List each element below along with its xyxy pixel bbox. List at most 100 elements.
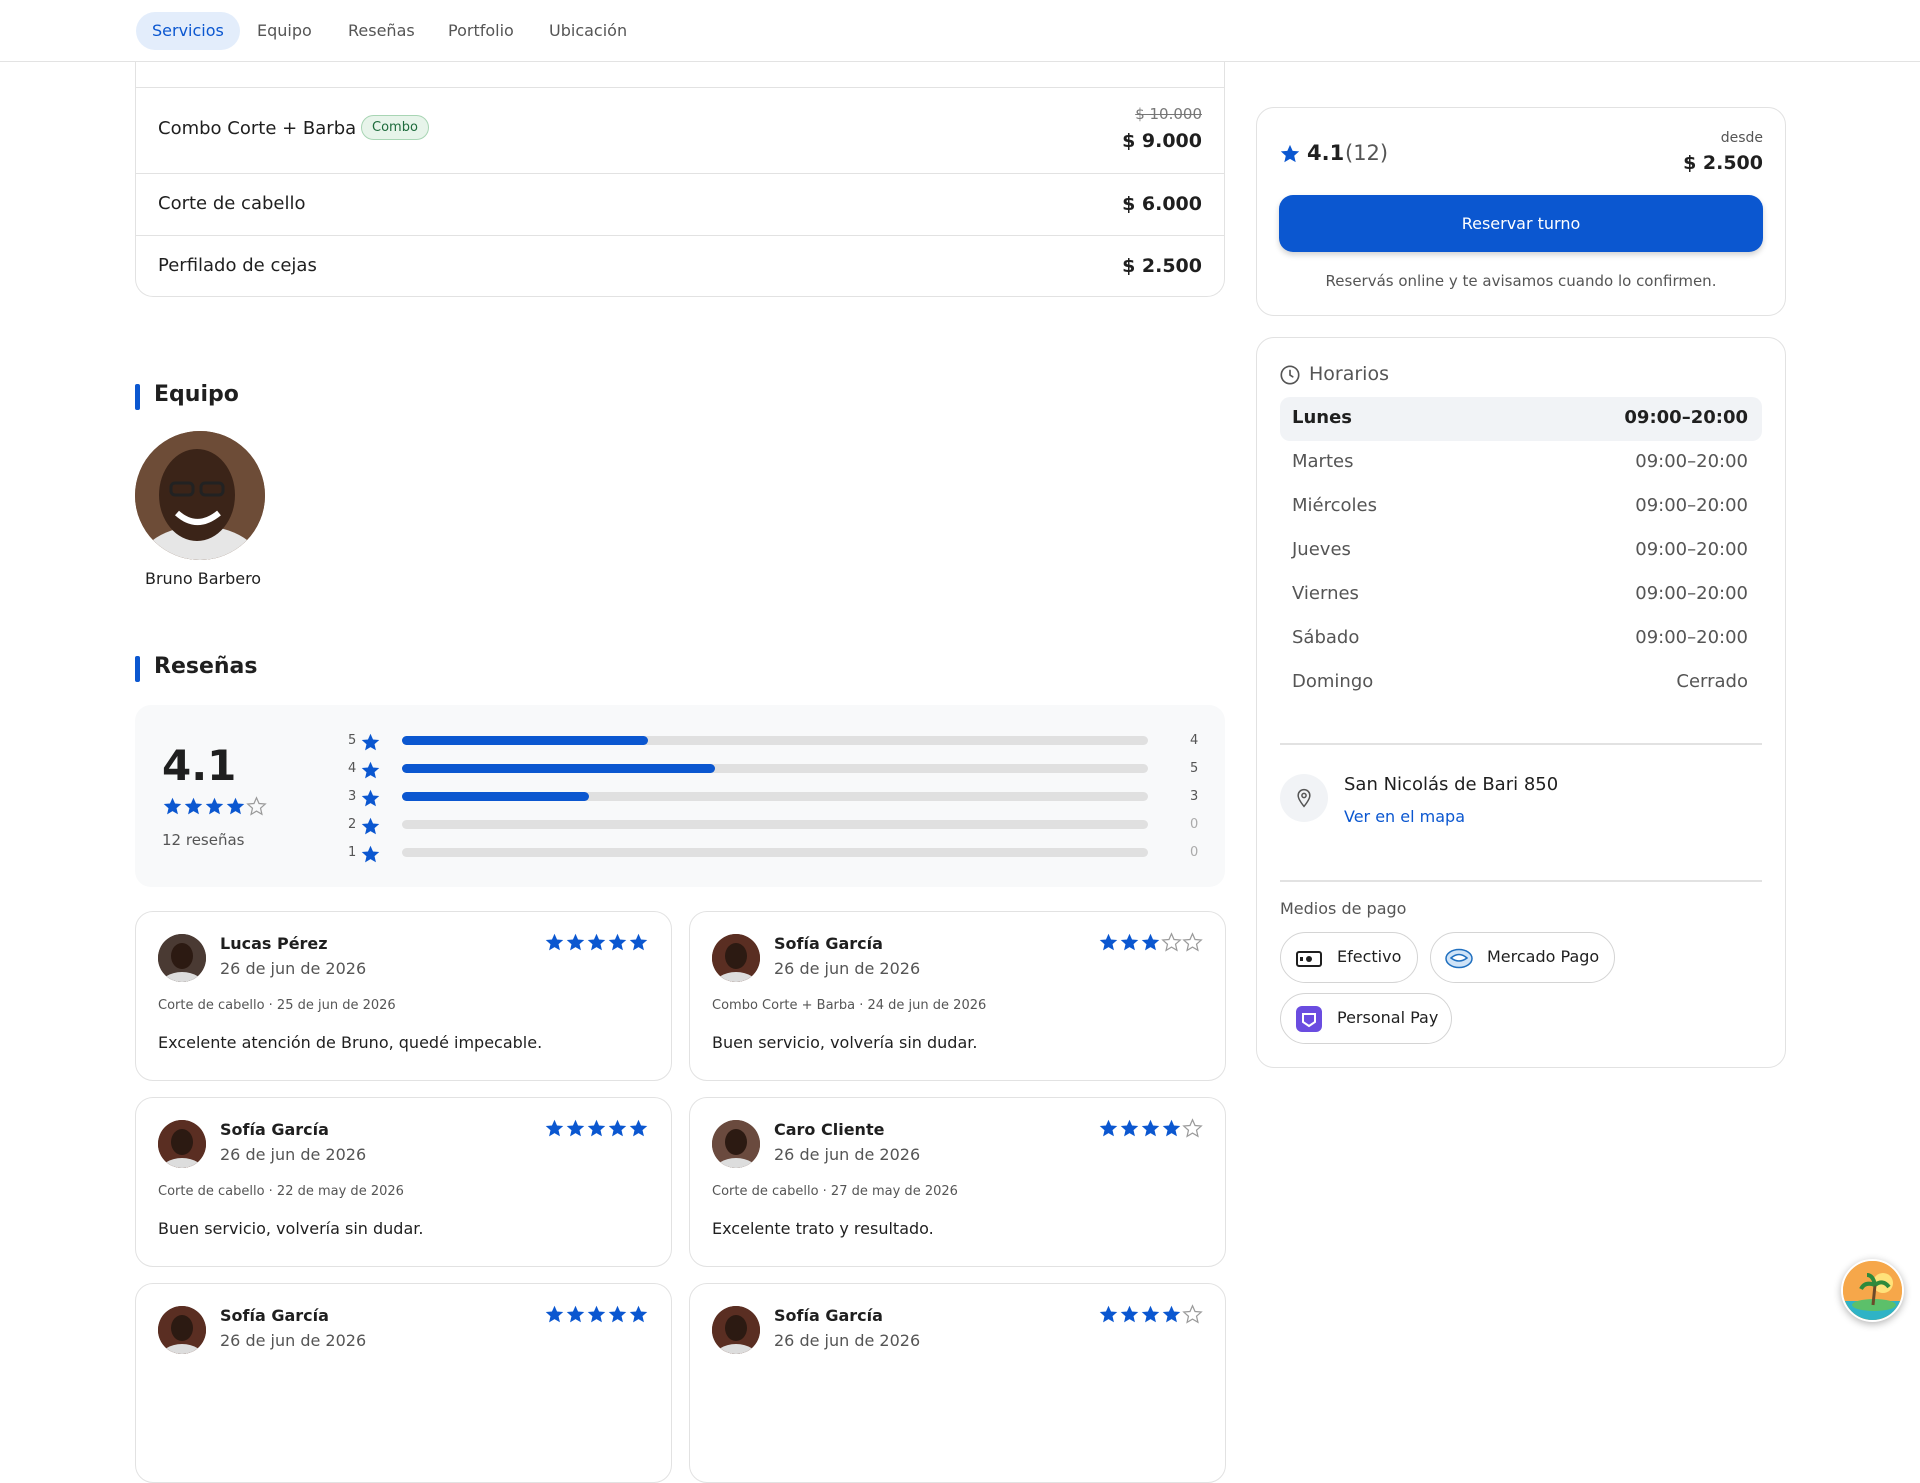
star-filled-icon [1141, 1119, 1160, 1137]
star-filled-icon [163, 797, 182, 815]
star-filled-icon [566, 1305, 585, 1323]
hours-day: Sábado [1292, 627, 1360, 648]
hours-time: 09:00–20:00 [1635, 539, 1748, 560]
star-filled-icon [629, 933, 648, 951]
hours-row: Lunes 09:00–20:00 [1280, 397, 1762, 441]
review-card: Sofía García 26 de jun de 2026 [135, 1283, 672, 1483]
service-price: $ 9.000 [1122, 130, 1202, 152]
hours-row: Miércoles 09:00–20:00 [1280, 485, 1762, 529]
mercado-pago-icon [1445, 948, 1473, 969]
star-filled-icon [184, 797, 203, 815]
rating-level: 3 [348, 789, 357, 804]
review-date: 26 de jun de 2026 [220, 1145, 367, 1164]
rating-level: 5 [348, 733, 357, 748]
hours-day: Lunes [1292, 407, 1353, 428]
star-filled-icon [361, 761, 380, 779]
from-price: $ 2.500 [1683, 152, 1763, 174]
service-row-combo[interactable]: Combo Corte + Barba Combo $ 10.000 $ 9.0… [136, 87, 1224, 173]
rating-bar [402, 764, 1148, 773]
star-filled-icon [361, 817, 380, 835]
review-stars [544, 932, 649, 954]
tab-equipo[interactable]: Equipo [241, 12, 328, 50]
booking-rating: 4.1 [1307, 141, 1345, 165]
star-empty-icon [1182, 932, 1203, 952]
floating-profile-button[interactable] [1841, 1259, 1904, 1322]
star-filled-icon [1162, 1305, 1181, 1323]
review-meta: Corte de cabello · 22 de may de 2026 [158, 1184, 404, 1199]
tab-servicios[interactable]: Servicios [136, 12, 240, 50]
tab-portfolio[interactable]: Portfolio [432, 12, 530, 50]
star-filled-icon [361, 789, 380, 807]
reviewer-name: Sofía García [220, 1306, 329, 1325]
service-price: $ 6.000 [1122, 193, 1202, 215]
star-filled-icon [545, 1119, 564, 1137]
star-filled-icon [545, 1305, 564, 1323]
star-filled-icon [1099, 1119, 1118, 1137]
star-filled-icon [1120, 1119, 1139, 1137]
review-date: 26 de jun de 2026 [220, 1331, 367, 1350]
service-name: Corte de cabello [158, 193, 306, 214]
star-filled-icon [361, 733, 380, 751]
review-card: Sofía García 26 de jun de 2026 Combo Corte… [689, 911, 1226, 1081]
review-meta: Corte de cabello · 27 de may de 2026 [712, 1184, 958, 1199]
hours-day: Martes [1292, 451, 1354, 472]
star-filled-icon [587, 933, 606, 951]
hours-time: 09:00–20:00 [1635, 451, 1748, 472]
from-label: desde [1720, 130, 1763, 146]
review-stars [1098, 932, 1203, 954]
star-filled-icon [545, 933, 564, 951]
average-stars [162, 796, 267, 822]
service-row-cejas[interactable]: Perfilado de cejas $ 2.500 [136, 235, 1224, 296]
rating-bar-fill [402, 736, 649, 745]
hours-time: 09:00–20:00 [1635, 583, 1748, 604]
review-stars [1098, 1304, 1203, 1326]
rating-level: 2 [348, 817, 357, 832]
tab-ubicacion[interactable]: Ubicación [533, 12, 643, 50]
tab-resenas[interactable]: Reseñas [332, 12, 431, 50]
review-date: 26 de jun de 2026 [774, 1145, 921, 1164]
hours-title: Horarios [1309, 363, 1389, 385]
hours-row: Martes 09:00–20:00 [1280, 441, 1762, 485]
review-card: Sofía García 26 de jun de 2026 Corte de ca… [135, 1097, 672, 1267]
star-filled-icon [566, 1119, 585, 1137]
payment-label: Personal Pay [1337, 1008, 1439, 1027]
star-filled-icon [1120, 1305, 1139, 1323]
personal-pay-icon [1296, 1006, 1322, 1032]
team-member-name: Bruno Barbero [145, 569, 262, 588]
star-filled-icon [629, 1305, 648, 1323]
rating-count: 0 [1190, 817, 1199, 832]
payment-personal-pay: Personal Pay [1280, 993, 1452, 1044]
book-appointment-button[interactable]: Reservar turno [1279, 195, 1763, 252]
location-icon-wrap [1280, 774, 1328, 822]
hours-time: 09:00–20:00 [1635, 627, 1748, 648]
review-date: 26 de jun de 2026 [774, 1331, 921, 1350]
rating-count: 0 [1190, 845, 1199, 860]
rating-bar-fill [402, 792, 589, 801]
booking-note: Reservás online y te avisamos cuando lo … [1325, 272, 1717, 290]
star-filled-icon [1099, 933, 1118, 951]
section-nav: Servicios Equipo Reseñas Portfolio Ubica… [0, 0, 1920, 62]
service-name: Combo Corte + Barba [158, 118, 357, 139]
hours-row: Viernes 09:00–20:00 [1280, 573, 1762, 617]
star-filled-icon [1141, 1305, 1160, 1323]
view-map-link[interactable]: Ver en el mapa [1344, 807, 1465, 826]
hours-time: 09:00–20:00 [1635, 495, 1748, 516]
review-meta: Combo Corte + Barba · 24 de jun de 2026 [712, 998, 987, 1013]
review-date: 26 de jun de 2026 [774, 959, 921, 978]
reviewer-avatar [158, 1306, 206, 1354]
star-filled-icon [587, 1119, 606, 1137]
review-card: Lucas Pérez 26 de jun de 2026 Corte de cab… [135, 911, 672, 1081]
star-empty-icon [246, 796, 267, 816]
rating-level: 1 [348, 845, 357, 860]
team-member-avatar[interactable] [135, 431, 265, 560]
service-row-corte[interactable]: Corte de cabello $ 6.000 [136, 173, 1224, 235]
hours-time: Cerrado [1676, 671, 1748, 692]
hours-day: Viernes [1292, 583, 1359, 604]
rating-count: 5 [1190, 761, 1199, 776]
star-empty-icon [1161, 932, 1182, 952]
booking-rating-count: (12) [1345, 141, 1389, 165]
map-pin-icon [1297, 788, 1311, 808]
hours-day: Domingo [1292, 671, 1374, 692]
star-filled-icon [1120, 933, 1139, 951]
divider [1280, 743, 1762, 745]
